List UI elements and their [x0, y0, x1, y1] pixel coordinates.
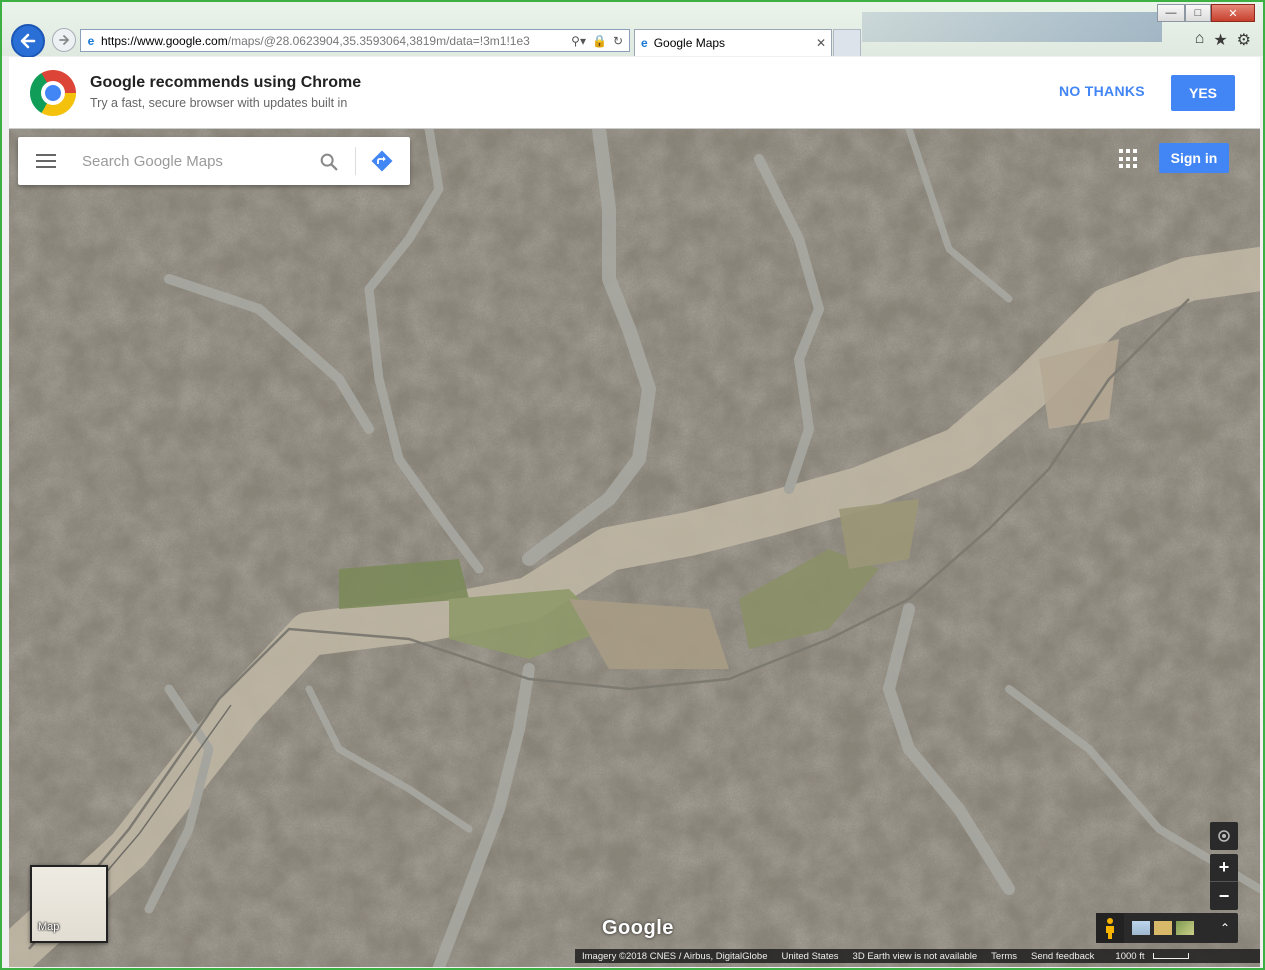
location-target-icon: [1218, 830, 1230, 842]
map-layer-toggle[interactable]: Map: [30, 865, 108, 943]
maximize-button[interactable]: □: [1185, 4, 1211, 22]
ie-toolbar-icons: ⌂ ★ ⚙: [1195, 30, 1251, 50]
close-tab-icon[interactable]: ✕: [811, 36, 831, 50]
address-tools: ⚲▾ 🔒 ↻: [565, 34, 629, 48]
back-button[interactable]: [11, 24, 45, 58]
google-apps-grid-icon[interactable]: [1119, 149, 1139, 169]
no-thanks-button[interactable]: NO THANKS: [1059, 83, 1145, 99]
menu-hamburger-icon[interactable]: [36, 154, 56, 168]
address-bar[interactable]: e https://www.google.com/maps/@28.062390…: [80, 29, 630, 52]
imagery-thumbnails: [1132, 921, 1194, 935]
send-feedback-link[interactable]: Send feedback: [1024, 951, 1101, 962]
imagery-credit: Imagery ©2018 CNES / Airbus, DigitalGlob…: [582, 950, 768, 962]
yes-button[interactable]: YES: [1171, 75, 1235, 111]
earth-view-notice: 3D Earth view is not available: [852, 950, 978, 962]
close-window-button[interactable]: ✕: [1211, 4, 1255, 22]
ie-page-icon: e: [87, 33, 95, 48]
forward-button[interactable]: [52, 28, 76, 52]
thumb-terrain[interactable]: [1154, 921, 1172, 935]
browser-window: — □ ✕ e https://www.google.com/maps/@28.…: [0, 0, 1265, 970]
banner-title: Google recommends using Chrome: [90, 74, 362, 91]
scale-bar: [1153, 952, 1190, 959]
refresh-icon[interactable]: ↻: [613, 34, 623, 48]
satellite-imagery: [9, 129, 1260, 967]
banner-subtitle: Try a fast, secure browser with updates …: [90, 96, 348, 110]
window-title-area: [862, 12, 1162, 42]
map-attribution-bar: Imagery ©2018 CNES / Airbus, DigitalGlob…: [575, 949, 1260, 963]
terms-link[interactable]: Terms: [984, 951, 1024, 962]
lock-icon[interactable]: 🔒: [592, 34, 607, 48]
window-controls: — □ ✕: [1157, 4, 1255, 22]
minus-icon: −: [1218, 885, 1230, 906]
chevron-up-icon[interactable]: ⌃: [1220, 921, 1230, 935]
zoom-out-button[interactable]: −: [1210, 882, 1238, 910]
thumb-sky[interactable]: [1132, 921, 1150, 935]
search-icon[interactable]: [318, 151, 340, 173]
pegman-icon[interactable]: [1096, 913, 1124, 943]
scale-indicator[interactable]: 1000 ft: [1101, 951, 1196, 962]
chrome-logo-icon: [30, 70, 76, 116]
chrome-promo-banner: Google recommends using Chrome Try a fas…: [9, 57, 1260, 129]
satellite-map[interactable]: Sign in Map + − Google: [9, 129, 1260, 967]
new-tab-button[interactable]: [833, 29, 861, 56]
my-location-button[interactable]: [1210, 822, 1238, 850]
search-input[interactable]: [82, 149, 312, 173]
google-logo: Google: [602, 917, 674, 939]
scale-label: 1000 ft: [1115, 950, 1145, 962]
ie-tab-icon: e: [641, 36, 648, 50]
favorites-star-icon[interactable]: ★: [1213, 30, 1227, 50]
back-arrow-icon: [20, 33, 36, 49]
tab-google-maps[interactable]: e Google Maps ✕: [634, 29, 832, 56]
address-url[interactable]: https://www.google.com/maps/@28.0623904,…: [101, 34, 565, 48]
search-divider: [355, 147, 356, 175]
tab-label: Google Maps: [653, 36, 726, 50]
browser-toolbar: — □ ✕ e https://www.google.com/maps/@28.…: [2, 2, 1263, 58]
page-content: Google recommends using Chrome Try a fas…: [9, 57, 1260, 967]
map-bottom-controls: ⌃: [1096, 913, 1238, 943]
search-box: [18, 137, 410, 185]
region-link[interactable]: United States: [774, 951, 845, 962]
home-icon[interactable]: ⌂: [1195, 30, 1205, 50]
plus-icon: +: [1218, 857, 1230, 877]
settings-gear-icon[interactable]: ⚙: [1237, 30, 1251, 50]
search-dropdown-icon[interactable]: ⚲▾: [571, 34, 586, 48]
minimap-label: Map: [38, 921, 60, 933]
directions-icon[interactable]: [370, 149, 394, 173]
zoom-in-button[interactable]: +: [1210, 854, 1238, 882]
thumb-satellite[interactable]: [1176, 921, 1194, 935]
forward-arrow-icon: [59, 35, 70, 45]
minimize-button[interactable]: —: [1157, 4, 1185, 22]
sign-in-button[interactable]: Sign in: [1159, 143, 1229, 173]
